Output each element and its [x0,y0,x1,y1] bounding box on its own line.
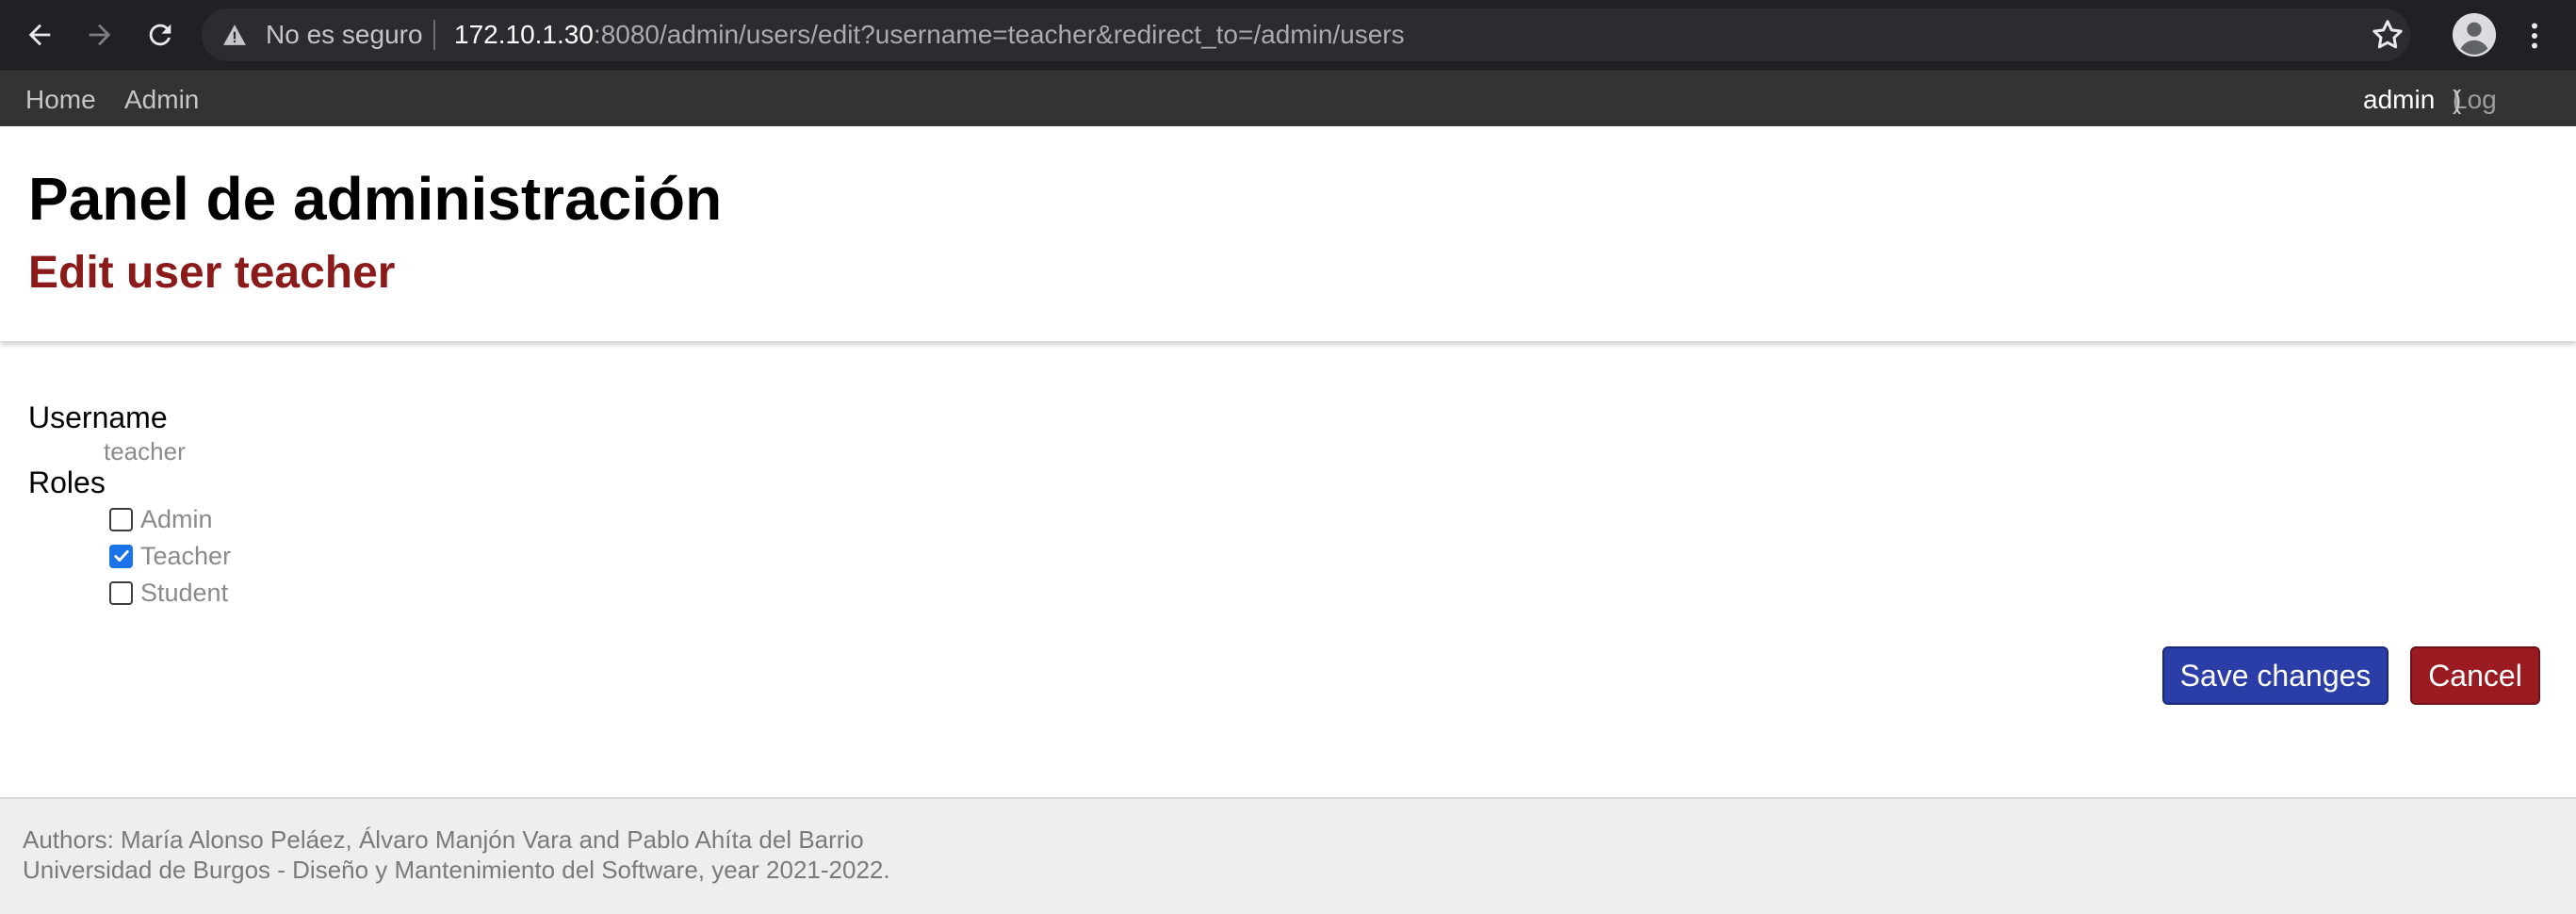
roles-label: Roles [28,465,106,499]
role-label: Admin [140,504,213,533]
role-checkbox-student[interactable] [109,580,133,605]
page-header: Panel de administración Edit user teache… [0,126,2576,341]
nav-home-link[interactable]: Home [25,72,96,127]
url-host: 172.10.1.30 [454,20,594,49]
logout-paren-close: ) [2453,85,2462,114]
page-title: Panel de administración [28,165,723,233]
back-button[interactable] [18,13,61,57]
forward-button[interactable] [78,13,122,57]
back-icon [28,24,51,46]
url-text[interactable]: 172.10.1.30:8080/admin/users/edit?userna… [454,8,1405,61]
current-user-label: admin [2363,85,2436,114]
page-subtitle: Edit user teacher [28,248,396,298]
role-checkbox-admin[interactable] [109,507,133,531]
address-bar[interactable]: No es seguro 172.10.1.30:8080/admin/user… [202,8,2410,61]
url-path: :8080/admin/users/edit?username=teacher&… [593,20,1405,49]
warning-icon [223,24,246,45]
role-checkbox-teacher[interactable] [109,544,133,568]
username-value: teacher [104,437,186,465]
reload-button[interactable] [139,13,182,57]
cancel-button[interactable]: Cancel [2410,646,2540,705]
star-icon[interactable] [2369,16,2406,54]
username-label: Username [28,400,168,434]
checkmark-icon [113,550,129,562]
reload-icon [149,24,171,46]
role-label: Teacher [140,541,232,570]
security-status-label[interactable]: No es seguro [266,8,423,61]
forward-icon [89,24,111,46]
role-option-student[interactable]: Student [109,578,228,608]
omnibox-divider [433,20,435,50]
role-option-teacher[interactable]: Teacher [109,541,231,571]
app-navbar: Home Admin admin (Log out) [0,71,2576,170]
save-changes-button[interactable]: Save changes [2162,646,2389,705]
role-label: Student [140,578,229,607]
profile-icon [2453,13,2496,57]
nav-admin-link[interactable]: Admin [124,72,199,127]
page-footer: Authors: María Alonso Peláez, Álvaro Man… [0,797,2576,914]
profile-button[interactable] [2453,13,2496,57]
footer-authors: Authors: María Alonso Peláez, Álvaro Man… [23,825,864,854]
browser-toolbar: No es seguro 172.10.1.30:8080/admin/user… [0,0,2576,71]
role-option-admin[interactable]: Admin [109,504,213,534]
footer-institution: Universidad de Burgos - Diseño y Manteni… [23,856,890,884]
more-icon[interactable] [2518,15,2552,57]
